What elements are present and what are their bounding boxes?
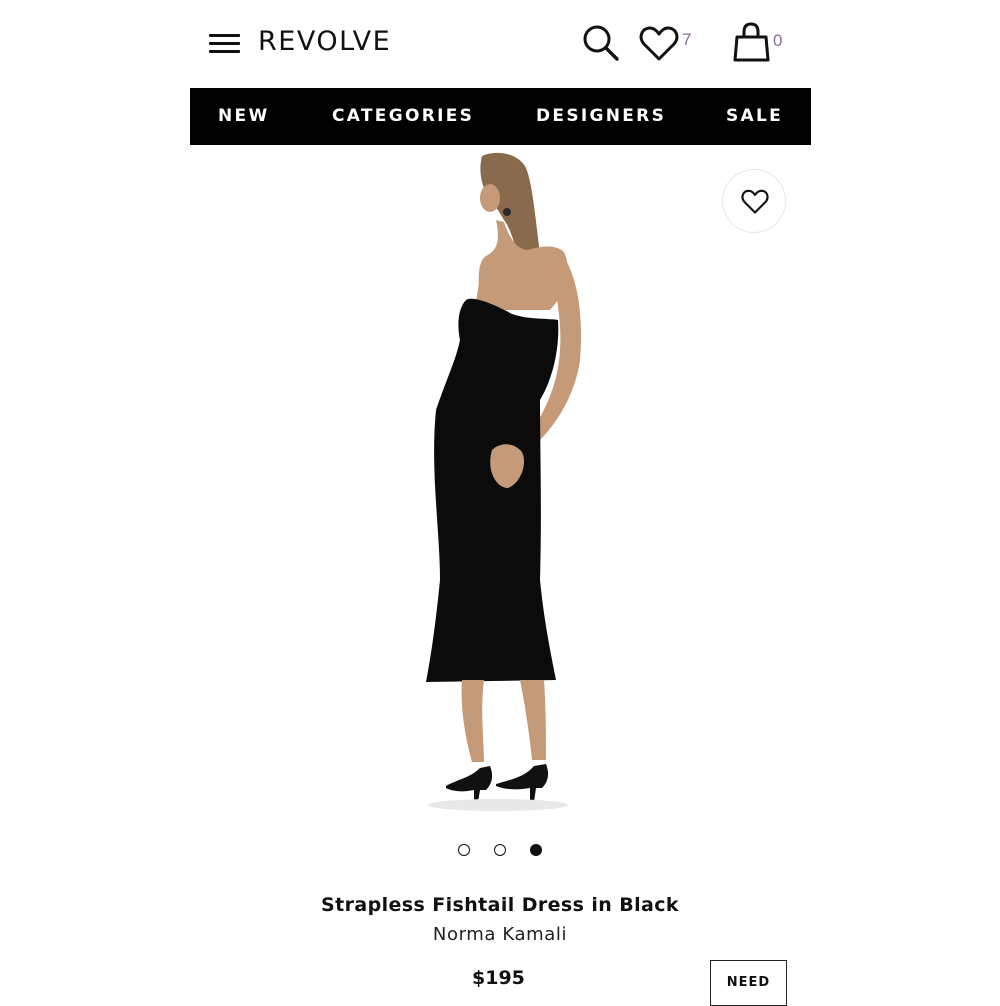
shopping-bag-button[interactable]: 0	[733, 22, 788, 64]
need-button[interactable]: NEED	[710, 960, 787, 1006]
product-name: Strapless Fishtail Dress in Black	[321, 894, 679, 916]
hamburger-menu-icon[interactable]	[209, 34, 240, 53]
site-logo[interactable]: REVOLVE	[258, 26, 391, 58]
carousel-dot-2[interactable]	[494, 844, 506, 856]
add-to-wishlist-button[interactable]	[722, 169, 786, 233]
shopping-bag-icon	[733, 22, 770, 62]
nav-new[interactable]: NEW	[218, 88, 270, 145]
bag-count: 0	[773, 31, 783, 50]
product-image[interactable]	[400, 150, 610, 815]
nav-categories[interactable]: CATEGORIES	[332, 88, 474, 145]
product-designer[interactable]: Norma Kamali	[0, 924, 1000, 945]
heart-outline-icon	[741, 189, 769, 214]
carousel-dot-1[interactable]	[458, 844, 470, 856]
heart-icon	[639, 26, 679, 61]
search-icon[interactable]	[582, 24, 620, 62]
product-price: $195	[472, 967, 525, 989]
nav-sale[interactable]: SALE	[726, 88, 783, 145]
wishlist-button[interactable]: 7	[639, 26, 699, 62]
carousel-dot-3[interactable]	[530, 844, 542, 856]
nav-designers[interactable]: DESIGNERS	[536, 88, 666, 145]
wishlist-count: 7	[682, 30, 692, 49]
main-nav-bar: NEW CATEGORIES DESIGNERS SALE	[190, 88, 811, 145]
